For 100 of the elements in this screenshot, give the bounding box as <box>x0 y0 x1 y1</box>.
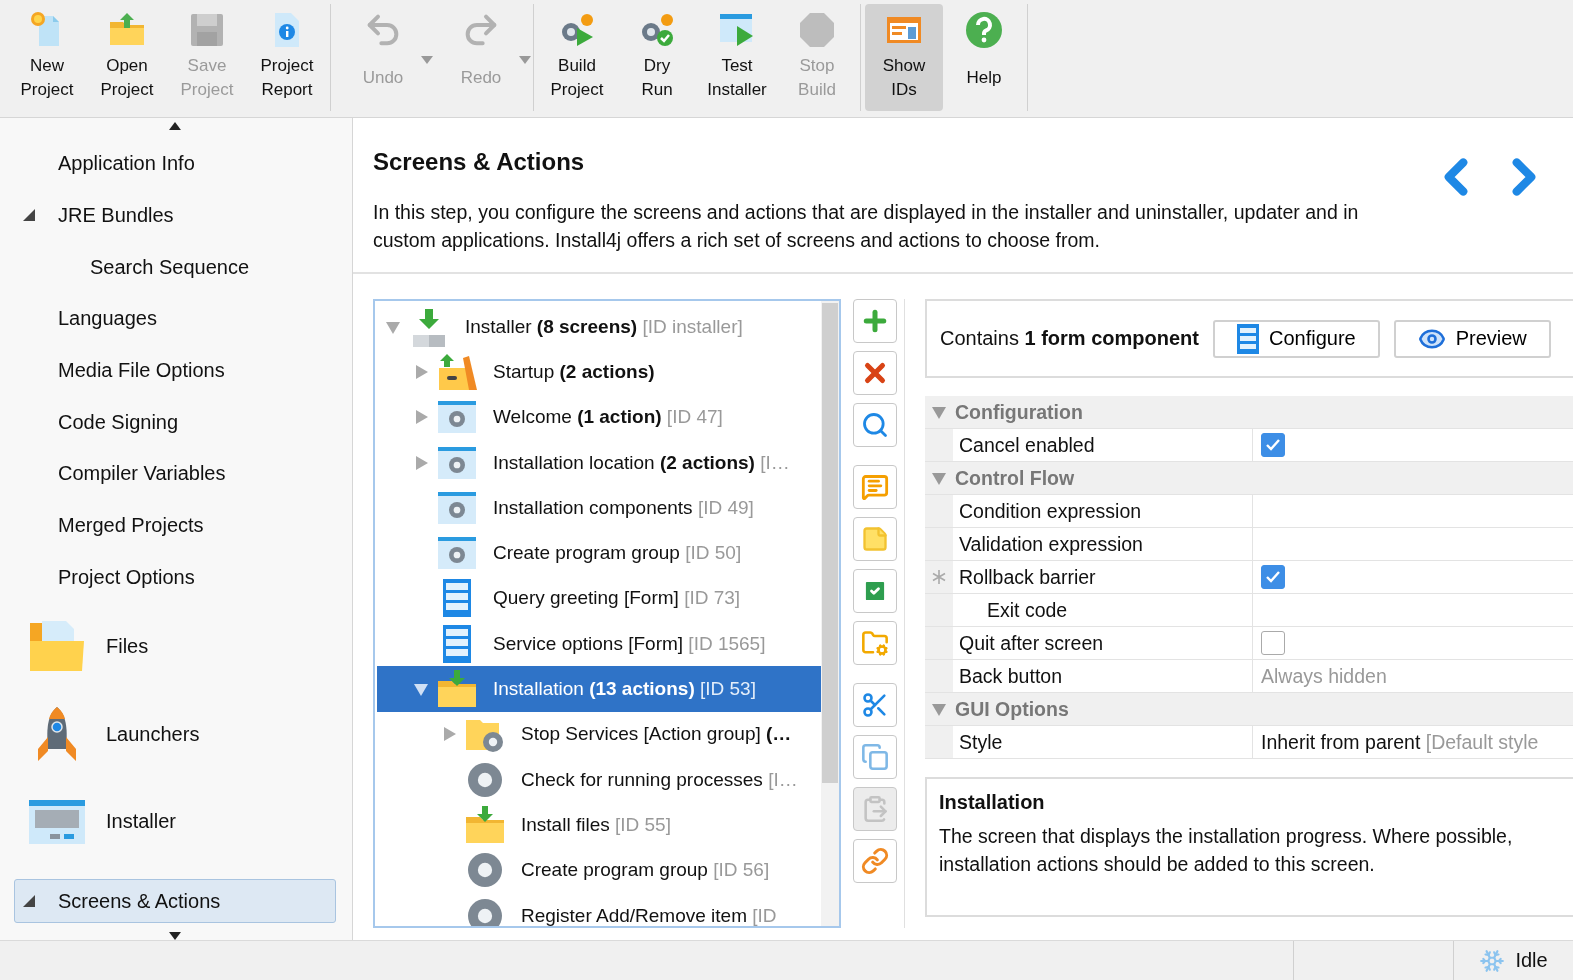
sidebar-item[interactable]: JRE Bundles <box>14 189 336 242</box>
preview-button[interactable]: Preview <box>1393 319 1551 358</box>
status-text: Idle <box>1515 949 1548 972</box>
tree-item[interactable]: Installation components [ID 49] <box>377 485 821 531</box>
property-value[interactable]: Inherit from parent [Default style <box>1253 726 1573 758</box>
tool-button[interactable] <box>853 403 897 447</box>
section-header[interactable]: GUI Options <box>925 693 1573 726</box>
toolbar-button[interactable]: Project Report <box>248 4 326 111</box>
folder-gear-icon <box>861 629 889 657</box>
toolbar-button[interactable]: New Project <box>8 4 86 111</box>
checkmark-icon <box>1265 569 1281 585</box>
row-gutter <box>925 660 953 692</box>
form-icon <box>1236 323 1259 354</box>
tree-item[interactable]: Query greeting [Form] [ID 73] <box>377 575 821 622</box>
tree-item[interactable]: Service options [Form] [ID 1565] <box>377 621 821 667</box>
sidebar-item[interactable]: Project Options <box>14 551 336 603</box>
tool-button[interactable] <box>853 683 897 727</box>
sidebar-category[interactable]: Launchers <box>14 690 336 778</box>
help-icon <box>964 10 1004 50</box>
sidebar-item[interactable]: Media File Options <box>14 344 336 397</box>
checkbox[interactable] <box>1261 631 1285 655</box>
sidebar-item[interactable]: Search Sequence <box>14 241 336 293</box>
tool-button[interactable] <box>853 465 897 509</box>
tree-item[interactable]: Create program group [ID 50] <box>377 530 821 576</box>
tree-item[interactable]: Welcome (1 action) [ID 47] <box>377 394 821 440</box>
description-text: The screen that displays the installation progress. Where possible, installation actions should be added to this screen. <box>939 824 1514 877</box>
checkmark-icon <box>1265 437 1281 453</box>
expand-triangle-icon[interactable] <box>23 209 35 222</box>
sidebar-item[interactable]: Compiler Variables <box>14 448 336 500</box>
sidebar-item[interactable]: Merged Projects <box>14 499 336 552</box>
property-label: Cancel enabled <box>953 429 1253 461</box>
link-icon <box>861 847 889 875</box>
snowflake-icon <box>1479 947 1506 974</box>
tool-button[interactable] <box>853 839 897 883</box>
property-label: Condition expression <box>953 495 1253 527</box>
clipboard-icon <box>861 795 889 823</box>
form-component-text: Contains 1 form component <box>940 327 1199 350</box>
tree-item[interactable]: Startup (2 actions) <box>377 349 821 395</box>
sidebar-item[interactable]: Code Signing <box>14 396 336 448</box>
property-label: Exit code <box>953 594 1253 626</box>
tree-item[interactable]: Create program group [ID 56] <box>377 847 821 893</box>
sidebar-category[interactable]: Files <box>14 603 336 691</box>
sidebar-item[interactable]: Languages <box>14 292 336 345</box>
sticky-note-icon <box>861 525 889 553</box>
tree-item[interactable]: Installer (8 screens) [ID installer] <box>377 304 821 350</box>
row-gutter <box>925 627 953 659</box>
property-label: Validation expression <box>953 528 1253 560</box>
sidebar-category[interactable]: Installer <box>14 777 336 866</box>
checkbox[interactable] <box>1261 565 1285 589</box>
copy-icon <box>861 743 889 771</box>
tool-button[interactable] <box>853 351 897 395</box>
tool-button[interactable] <box>853 621 897 665</box>
folder-download-icon <box>437 669 477 709</box>
toolbar-button[interactable]: Dry Run <box>618 4 696 111</box>
category-label: Files <box>106 635 149 659</box>
folder-download-icon <box>465 804 505 845</box>
row-gutter <box>925 495 953 527</box>
page-title: Screens & Actions <box>373 148 586 176</box>
tree-item[interactable]: Install files [ID 55] <box>377 802 821 848</box>
startup-box-icon <box>437 351 477 392</box>
tool-button[interactable] <box>853 735 897 779</box>
tree-item[interactable]: Installation location (2 actions) [I… <box>377 439 821 486</box>
tree-item[interactable]: Installation (13 actions) [ID 53] <box>377 666 821 712</box>
tool-button[interactable] <box>853 299 897 343</box>
tool-button[interactable] <box>853 569 897 613</box>
toolbar-button[interactable]: Open Project <box>88 4 166 111</box>
expand-triangle-icon[interactable] <box>23 895 35 908</box>
section-header[interactable]: Control Flow <box>925 462 1573 495</box>
section-title: Configuration <box>955 400 1083 424</box>
toolbar-button[interactable]: Help <box>945 4 1023 111</box>
tree-item[interactable]: Register Add/Remove item [ID <box>377 892 821 926</box>
scroll-up-icon[interactable] <box>169 122 181 130</box>
section-header[interactable]: Configuration <box>925 396 1573 429</box>
page-description: In this step, you configure the screens and actions that are displayed in the installer and uninstaller, updater and in custom applications. Install4j offers a rich set of screens and actions to choose from. <box>373 200 1360 253</box>
scissors-icon <box>861 691 889 719</box>
tree-item[interactable]: Stop Services [Action group] (… <box>377 711 821 757</box>
section-title: Control Flow <box>955 466 1075 490</box>
section-title: GUI Options <box>955 697 1069 721</box>
toolbar-button[interactable]: Show IDs <box>865 4 943 111</box>
sidebar-item[interactable]: Application Info <box>14 137 336 190</box>
stop-sign-icon <box>797 10 837 50</box>
toolbar-button[interactable]: Build Project <box>538 4 616 111</box>
window-icon <box>28 798 86 845</box>
configure-button[interactable]: Configure <box>1212 319 1380 358</box>
row-gutter <box>925 726 953 758</box>
property-label: Style <box>953 726 1253 758</box>
search-icon <box>861 411 889 439</box>
scrollbar[interactable] <box>821 301 839 926</box>
folder-icon <box>28 620 86 673</box>
category-label: Launchers <box>106 722 200 746</box>
property-label: Back button <box>953 660 1253 692</box>
row-gutter <box>925 429 953 461</box>
speech-bubble-icon <box>861 473 889 501</box>
tree-item[interactable]: Check for running processes [I… <box>377 756 821 803</box>
property-label: Rollback barrier <box>953 561 1253 593</box>
toolbar-button[interactable]: Test Installer <box>698 4 776 111</box>
category-label: Installer <box>106 810 177 834</box>
checkbox[interactable] <box>1261 433 1285 457</box>
property-label: Quit after screen <box>953 627 1253 659</box>
sidebar-item[interactable]: Screens & Actions <box>14 879 336 924</box>
